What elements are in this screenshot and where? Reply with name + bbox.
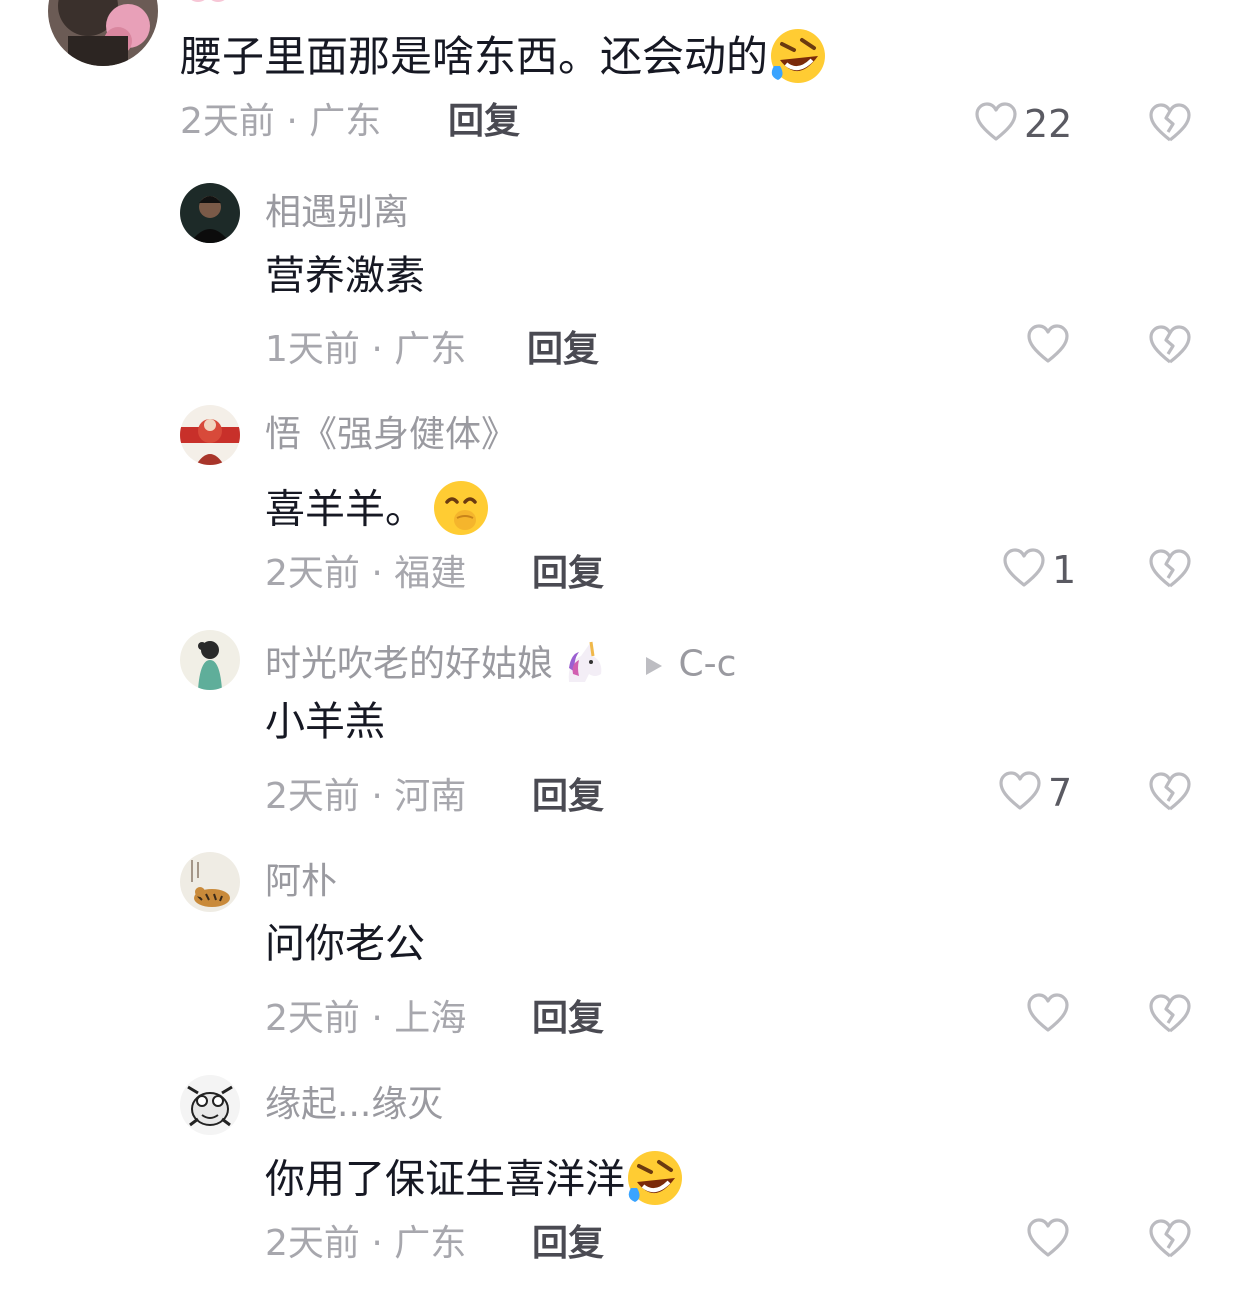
broken-heart-icon: [1148, 549, 1192, 594]
broken-heart-icon: [1148, 103, 1192, 148]
reply-text: 问你老公: [265, 921, 425, 967]
reply-text: 营养激素: [265, 253, 425, 299]
reply-arrow-icon: [644, 648, 664, 684]
heart-icon: [1026, 992, 1070, 1038]
reply-text: 喜羊羊。: [265, 478, 491, 545]
reply-meta: 2天前 · 河南: [265, 779, 466, 815]
comment-location: 广东: [309, 101, 382, 142]
rofl-emoji-icon: [768, 26, 828, 93]
reply-button[interactable]: 回复: [532, 779, 604, 815]
reply-location: 河南: [394, 776, 467, 817]
like-button[interactable]: 7: [998, 771, 1072, 815]
reply-button[interactable]: 回复: [532, 556, 604, 592]
username[interactable]: 缘起...缘灭: [265, 1087, 443, 1123]
shy-emoji-icon: [431, 478, 491, 545]
meta-separator: ·: [371, 553, 383, 594]
meta-separator: ·: [371, 776, 383, 817]
dislike-button[interactable]: [1148, 771, 1192, 815]
like-count: 1: [1052, 548, 1077, 592]
comment-text: 腰子里面那是啥东西。还会动的: [180, 26, 828, 93]
reply-button[interactable]: 回复: [532, 1226, 604, 1262]
like-button[interactable]: [1026, 993, 1076, 1037]
dislike-button[interactable]: [1148, 548, 1192, 592]
reply-meta: 2天前 · 上海: [265, 1001, 466, 1037]
heart-icon: [1026, 1217, 1070, 1263]
reply-meta: 1天前 · 广东: [265, 332, 466, 368]
dislike-button[interactable]: [1148, 993, 1192, 1037]
avatar[interactable]: [48, 0, 158, 66]
like-count: 7: [1048, 771, 1073, 815]
like-count: 22: [1024, 102, 1073, 146]
reply-button[interactable]: 回复: [527, 332, 599, 368]
reply-to-username[interactable]: C-c: [678, 644, 736, 685]
comment-meta: 2天前 · 广东: [180, 104, 381, 140]
heart-icon: [1026, 323, 1070, 369]
broken-heart-icon: [1148, 994, 1192, 1039]
avatar[interactable]: [180, 1075, 240, 1135]
avatar[interactable]: [180, 183, 240, 243]
reply-button[interactable]: 回复: [448, 104, 520, 140]
reply-location: 广东: [394, 329, 467, 370]
meta-separator: ·: [371, 998, 383, 1039]
username[interactable]: 阿朴: [265, 864, 337, 900]
reply-time: 2天前: [265, 776, 360, 817]
reply-time: 2天前: [265, 1223, 360, 1264]
reply-button[interactable]: 回复: [532, 1001, 604, 1037]
like-button[interactable]: 1: [1002, 548, 1076, 592]
heart-icon: [998, 770, 1042, 816]
reply-time: 1天前: [265, 329, 360, 370]
avatar[interactable]: [180, 852, 240, 912]
reply-time: 2天前: [265, 553, 360, 594]
reply-location: 上海: [394, 998, 467, 1039]
reply-text: 你用了保证生喜洋洋: [265, 1148, 685, 1215]
broken-heart-icon: [1148, 772, 1192, 817]
reply-location: 福建: [394, 553, 467, 594]
like-button[interactable]: [1026, 324, 1076, 368]
heart-icon: [974, 101, 1018, 147]
reply-location: 广东: [394, 1223, 467, 1264]
comment-time: 2天前: [180, 101, 275, 142]
dislike-button[interactable]: [1148, 324, 1192, 368]
avatar[interactable]: [180, 630, 240, 690]
dislike-button[interactable]: [1148, 102, 1192, 146]
flower-fragment-icon: [186, 0, 232, 8]
broken-heart-icon: [1148, 325, 1192, 370]
reply-meta: 2天前 · 广东: [265, 1226, 466, 1262]
reply-time: 2天前: [265, 998, 360, 1039]
dislike-button[interactable]: [1148, 1218, 1192, 1262]
like-button[interactable]: [1026, 1218, 1076, 1262]
unicorn-emoji-icon: [559, 638, 607, 693]
avatar[interactable]: [180, 405, 240, 465]
rofl-emoji-icon: [625, 1148, 685, 1215]
heart-icon: [1002, 547, 1046, 593]
username[interactable]: 时光吹老的好姑娘 C-c: [265, 638, 736, 693]
meta-separator: ·: [371, 329, 383, 370]
broken-heart-icon: [1148, 1219, 1192, 1264]
meta-separator: ·: [371, 1223, 383, 1264]
reply-text: 小羊羔: [265, 699, 385, 745]
like-button[interactable]: 22: [974, 102, 1072, 146]
username[interactable]: 悟《强身健体》: [265, 417, 517, 453]
username[interactable]: 相遇别离: [265, 195, 409, 231]
reply-meta: 2天前 · 福建: [265, 556, 466, 592]
meta-separator: ·: [286, 101, 298, 142]
